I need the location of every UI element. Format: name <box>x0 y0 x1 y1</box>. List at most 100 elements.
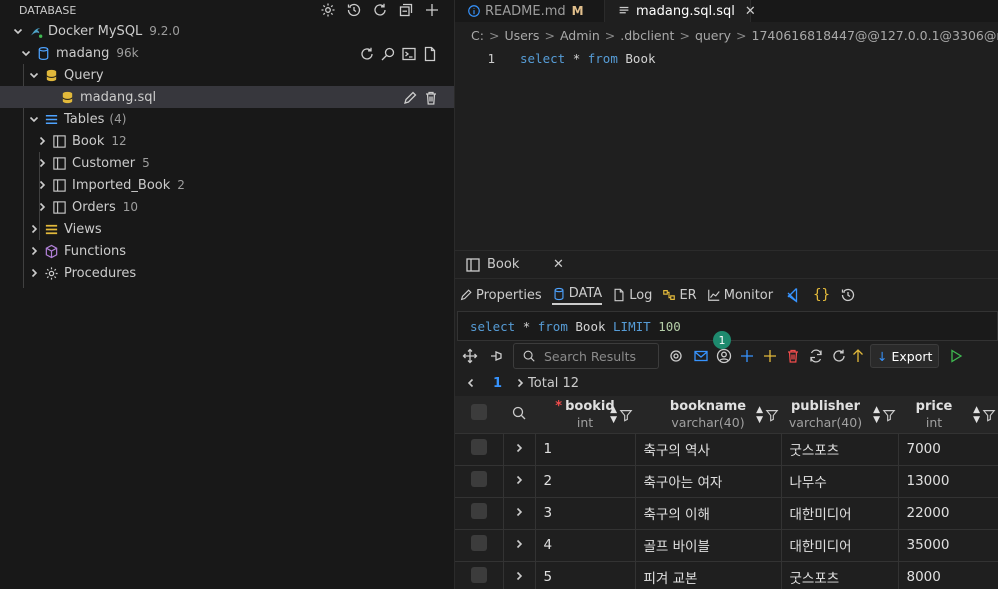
search-icon[interactable] <box>511 404 528 421</box>
filter-icon[interactable] <box>765 406 779 423</box>
sort-icon[interactable]: ▲ ▼ <box>610 405 617 425</box>
breadcrumb-item[interactable]: Admin <box>560 28 600 43</box>
tree-procedures-folder[interactable]: Procedures <box>0 262 454 284</box>
cell-bookid[interactable]: 1 <box>535 432 636 465</box>
filter-icon[interactable] <box>882 406 896 423</box>
tree-query-file[interactable]: madang.sql <box>0 86 454 108</box>
history-icon[interactable] <box>840 287 857 304</box>
row-expand-cell[interactable] <box>503 528 536 561</box>
row-checkbox-cell[interactable] <box>455 496 504 529</box>
tab-madang-sql[interactable]: madang.sql.sql ✕ <box>605 0 756 22</box>
row-checkbox[interactable] <box>470 471 487 487</box>
cell-bookname[interactable]: 피겨 교본 <box>635 560 782 589</box>
settings-icon[interactable] <box>319 1 336 18</box>
close-icon[interactable]: ✕ <box>553 257 564 272</box>
tree-functions-folder[interactable]: Functions <box>0 240 454 262</box>
row-checkbox[interactable] <box>470 503 487 519</box>
prev-page-icon[interactable] <box>463 375 479 391</box>
search-results-input[interactable]: Search Results <box>513 343 659 369</box>
cell-bookname[interactable]: 축구의 역사 <box>635 432 782 465</box>
tree-database-madang[interactable]: madang 96k <box>0 42 454 64</box>
cell-publisher[interactable]: 대한미디어 <box>781 496 899 529</box>
row-checkbox-cell[interactable] <box>455 528 504 561</box>
cell-bookid[interactable]: 2 <box>535 464 636 497</box>
cell-bookid[interactable]: 5 <box>535 560 636 589</box>
terminal-icon[interactable] <box>400 45 417 62</box>
chevron-right-icon[interactable] <box>511 440 527 456</box>
chevron-right-icon[interactable] <box>511 472 527 488</box>
move-icon[interactable] <box>461 348 478 365</box>
delete-icon[interactable] <box>784 348 801 365</box>
tree-table-orders[interactable]: Orders 10 <box>0 196 454 218</box>
collapse-all-icon[interactable] <box>397 1 414 18</box>
new-file-icon[interactable] <box>421 45 438 62</box>
tree-table-imported-book[interactable]: Imported_Book 2 <box>0 174 454 196</box>
code-line[interactable]: 1 select * from Book <box>455 48 998 68</box>
vscode-icon[interactable] <box>783 287 803 304</box>
user-icon[interactable] <box>715 348 732 365</box>
tree-views-folder[interactable]: Views <box>0 218 454 240</box>
chevron-right-icon[interactable] <box>511 568 527 584</box>
cell-publisher[interactable]: 굿스포츠 <box>781 432 899 465</box>
export-button[interactable]: ↓ Export <box>870 344 940 368</box>
breadcrumb-item[interactable]: 1740616818447@@127.0.0.1@3306@madang <box>752 28 998 43</box>
row-checkbox-cell[interactable] <box>455 560 504 589</box>
tree-table-book[interactable]: Book 12 <box>0 130 454 152</box>
history-icon[interactable] <box>345 1 362 18</box>
search-icon[interactable] <box>379 45 396 62</box>
breadcrumb-item[interactable]: .dbclient <box>620 28 674 43</box>
table-row[interactable]: 5 피겨 교본 굿스포츠 8000 <box>455 560 998 589</box>
cell-publisher[interactable]: 굿스포츠 <box>781 560 899 589</box>
row-checkbox[interactable] <box>470 439 487 455</box>
select-all-checkbox[interactable] <box>471 404 487 421</box>
delete-icon[interactable] <box>422 89 439 106</box>
column-header-price[interactable]: price ▲ ▼ int <box>898 396 998 433</box>
next-page-icon[interactable] <box>512 375 528 391</box>
row-checkbox[interactable] <box>470 535 487 551</box>
refresh-icon[interactable] <box>358 45 375 62</box>
breadcrumb-item[interactable]: query <box>695 28 731 43</box>
select-all-cell[interactable] <box>455 396 503 433</box>
row-checkbox-cell[interactable] <box>455 464 504 497</box>
arrow-up-icon[interactable] <box>849 348 866 365</box>
column-header-bookname[interactable]: bookname ▲ ▼ varchar(40) <box>635 396 781 433</box>
row-checkbox[interactable] <box>470 567 487 584</box>
breadcrumb-item[interactable]: Users <box>504 28 539 43</box>
tree-tables-folder[interactable]: Tables (4) <box>0 108 454 130</box>
cell-bookname[interactable]: 축구의 이해 <box>635 496 782 529</box>
subtab-data[interactable]: DATA <box>551 285 603 305</box>
json-braces-icon[interactable]: {} <box>813 287 830 303</box>
column-header-bookid[interactable]: * bookid ▲ ▼ int <box>535 396 635 433</box>
tab-readme[interactable]: README.md M <box>455 0 605 22</box>
cell-publisher[interactable]: 나무수 <box>781 464 899 497</box>
row-expand-cell[interactable] <box>503 560 536 589</box>
cell-price[interactable]: 7000 <box>898 432 998 465</box>
cell-publisher[interactable]: 대한미디어 <box>781 528 899 561</box>
cell-bookname[interactable]: 골프 바이블 <box>635 528 782 561</box>
filter-icon[interactable] <box>982 406 996 423</box>
chevron-right-icon[interactable] <box>511 504 527 520</box>
play-icon[interactable] <box>947 348 964 365</box>
sync-icon[interactable] <box>807 348 824 365</box>
sort-icon[interactable]: ▲ ▼ <box>756 405 763 425</box>
edit-icon[interactable] <box>401 89 418 106</box>
chevron-right-icon[interactable] <box>511 536 527 552</box>
add-row-icon[interactable] <box>761 348 778 365</box>
cell-bookid[interactable]: 4 <box>535 528 636 561</box>
current-page[interactable]: 1 <box>493 376 502 391</box>
table-row[interactable]: 4 골프 바이블 대한미디어 35000 <box>455 528 998 561</box>
gear-icon[interactable] <box>667 348 684 365</box>
refresh-icon[interactable] <box>371 1 388 18</box>
result-tab-book[interactable]: Book ✕ <box>455 251 998 279</box>
cell-bookid[interactable]: 3 <box>535 496 636 529</box>
row-expand-cell[interactable] <box>503 432 536 465</box>
close-icon[interactable]: ✕ <box>745 4 756 19</box>
add-connection-icon[interactable] <box>423 1 440 18</box>
cell-price[interactable]: 13000 <box>898 464 998 497</box>
cell-price[interactable]: 22000 <box>898 496 998 529</box>
subtab-log[interactable]: Log <box>612 287 652 304</box>
subtab-properties[interactable]: Properties <box>459 287 542 304</box>
row-expand-cell[interactable] <box>503 464 536 497</box>
add-icon[interactable] <box>738 348 755 365</box>
table-row[interactable]: 2 축구아는 여자 나무수 13000 <box>455 464 998 497</box>
